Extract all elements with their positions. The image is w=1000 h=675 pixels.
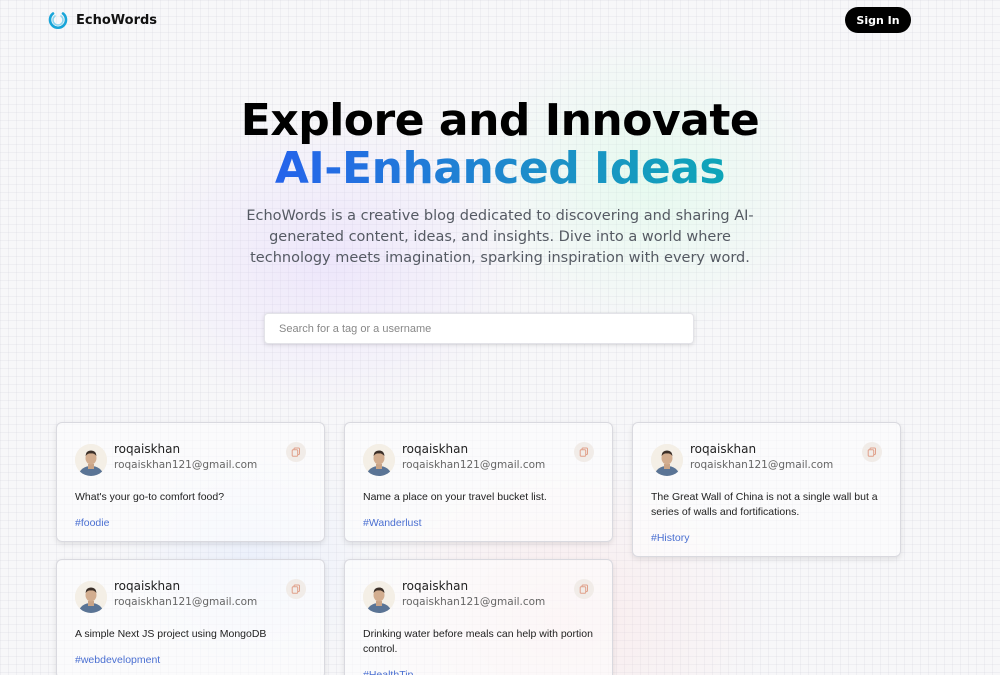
copy-icon <box>291 447 300 457</box>
post-header: roqaiskhan roqaiskhan121@gmail.com <box>363 578 594 613</box>
post-card: roqaiskhan roqaiskhan121@gmail.com What'… <box>56 422 325 542</box>
copy-button[interactable] <box>862 442 882 462</box>
avatar-icon <box>651 444 683 476</box>
post-username[interactable]: roqaiskhan <box>402 578 545 594</box>
post-card: roqaiskhan roqaiskhan121@gmail.com Name … <box>344 422 613 542</box>
post-username[interactable]: roqaiskhan <box>402 441 545 457</box>
copy-button[interactable] <box>574 579 594 599</box>
post-text: The Great Wall of China is not a single … <box>651 491 878 518</box>
post-tag[interactable]: #History <box>651 532 882 544</box>
copy-button[interactable] <box>574 442 594 462</box>
hero-subtitle: AI-Enhanced Ideas <box>274 143 726 194</box>
post-tag[interactable]: #foodie <box>75 517 306 529</box>
avatar-icon <box>363 444 395 476</box>
echowords-logo-icon <box>48 12 68 29</box>
post-tag[interactable]: #Wanderlust <box>363 517 594 529</box>
copy-icon <box>579 447 588 457</box>
avatar-icon <box>75 444 107 476</box>
post-email: roqaiskhan121@gmail.com <box>402 596 546 608</box>
post-email: roqaiskhan121@gmail.com <box>114 596 258 608</box>
post-text: Name a place on your travel bucket list. <box>363 491 547 503</box>
post-header: roqaiskhan roqaiskhan121@gmail.com <box>75 578 306 613</box>
post-username[interactable]: roqaiskhan <box>690 441 833 457</box>
search-input[interactable] <box>264 313 694 344</box>
hero-description: EchoWords is a creative blog dedicated t… <box>246 208 754 266</box>
sign-in-button[interactable]: Sign In <box>845 7 911 33</box>
post-email: roqaiskhan121@gmail.com <box>402 459 546 471</box>
copy-icon <box>867 447 876 457</box>
post-email: roqaiskhan121@gmail.com <box>114 459 258 471</box>
post-username[interactable]: roqaiskhan <box>114 441 257 457</box>
brand-link[interactable]: EchoWords <box>48 10 157 30</box>
copy-icon <box>291 584 300 594</box>
copy-button[interactable] <box>286 442 306 462</box>
post-card: roqaiskhan roqaiskhan121@gmail.com The G… <box>632 422 901 557</box>
post-text: Drinking water before meals can help wit… <box>363 628 593 655</box>
top-nav: EchoWords Sign In <box>48 7 911 34</box>
copy-icon <box>579 584 588 594</box>
user-avatar[interactable] <box>363 581 395 613</box>
post-username[interactable]: roqaiskhan <box>114 578 257 594</box>
user-avatar[interactable] <box>363 444 395 476</box>
avatar-icon <box>75 581 107 613</box>
post-email: roqaiskhan121@gmail.com <box>690 459 834 471</box>
user-avatar[interactable] <box>75 444 107 476</box>
post-card: roqaiskhan roqaiskhan121@gmail.com A sim… <box>56 559 325 675</box>
post-card: roqaiskhan roqaiskhan121@gmail.com Drink… <box>344 559 613 675</box>
copy-button[interactable] <box>286 579 306 599</box>
post-header: roqaiskhan roqaiskhan121@gmail.com <box>75 441 306 476</box>
post-header: roqaiskhan roqaiskhan121@gmail.com <box>363 441 594 476</box>
post-tag[interactable]: #HealthTip <box>363 669 594 675</box>
user-avatar[interactable] <box>75 581 107 613</box>
user-avatar[interactable] <box>651 444 683 476</box>
post-tag[interactable]: #webdevelopment <box>75 654 306 666</box>
avatar-icon <box>363 581 395 613</box>
post-text: What's your go-to comfort food? <box>75 491 225 503</box>
brand-name: EchoWords <box>76 12 158 28</box>
hero-title: Explore and Innovate <box>240 95 760 146</box>
post-header: roqaiskhan roqaiskhan121@gmail.com <box>651 441 882 476</box>
post-text: A simple Next JS project using MongoDB <box>75 628 267 640</box>
hero-section: Explore and Innovate AI-Enhanced Ideas E… <box>0 96 1000 269</box>
